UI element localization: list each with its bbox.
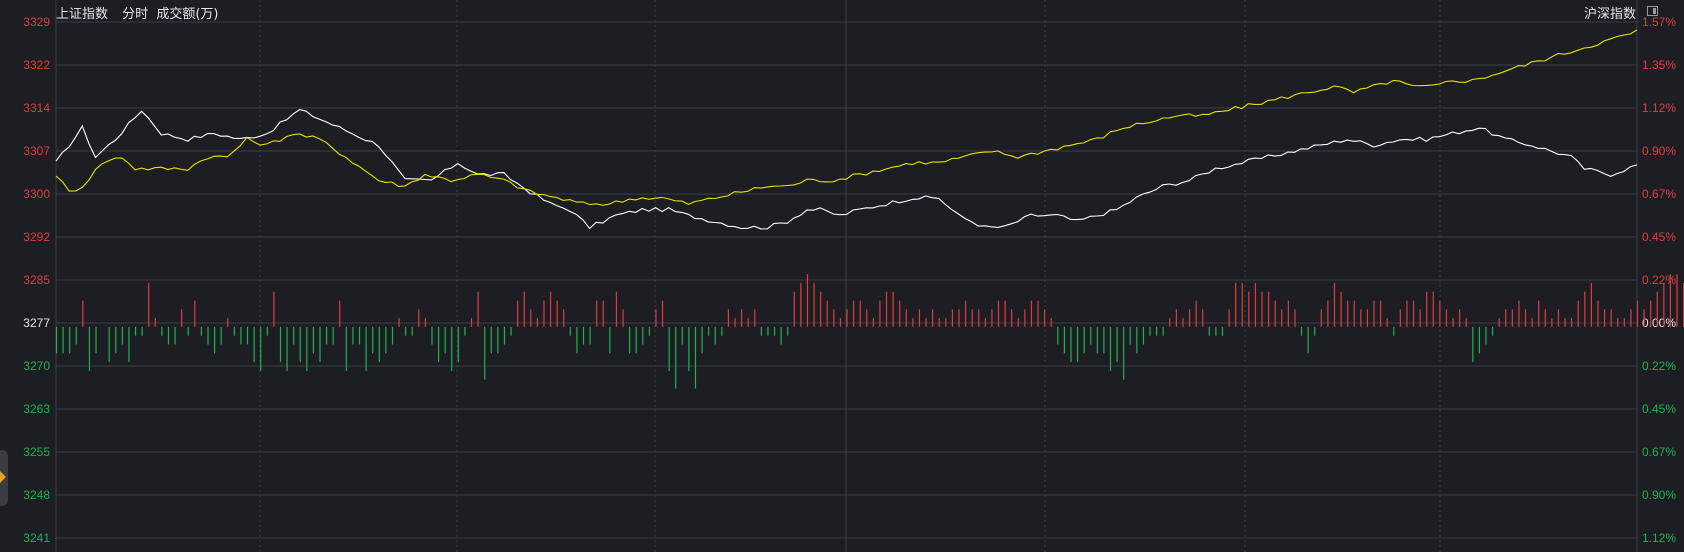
y-tick-right: 1.35% [1642, 58, 1676, 72]
y-tick-right: 1.12% [1642, 101, 1676, 115]
y-tick-right: 1.12% [1642, 531, 1676, 545]
y-tick-left: 3307 [23, 144, 50, 158]
y-tick-right: 1.57% [1642, 15, 1676, 29]
panel-toggle-icon[interactable] [1647, 6, 1658, 16]
y-tick-left: 3300 [23, 187, 50, 201]
index-name[interactable]: 上证指数 [56, 7, 108, 22]
y-tick-right: 0.90% [1642, 488, 1676, 502]
y-tick-right: 0.90% [1642, 144, 1676, 158]
chart-header: 上证指数 分时 成交额(万) [56, 3, 228, 22]
expand-panel-handle[interactable] [0, 450, 8, 506]
y-tick-left: 3263 [23, 402, 50, 416]
y-tick-right: 0.00% [1642, 316, 1676, 330]
y-tick-left: 3285 [23, 273, 50, 287]
y-tick-left: 3329 [23, 15, 50, 29]
y-tick-left: 3322 [23, 58, 50, 72]
y-tick-right: 0.67% [1642, 187, 1676, 201]
y-tick-left: 3255 [23, 445, 50, 459]
y-tick-right: 0.45% [1642, 402, 1676, 416]
y-tick-right: 0.22% [1642, 359, 1676, 373]
y-tick-left: 3314 [23, 101, 50, 115]
y-tick-right: 0.67% [1642, 445, 1676, 459]
y-tick-left: 3241 [23, 531, 50, 545]
y-tick-left: 3277 [23, 316, 50, 330]
volume-label: 成交额(万) [156, 7, 219, 22]
y-tick-right: 0.45% [1642, 230, 1676, 244]
y-tick-right: 0.22% [1642, 273, 1676, 287]
arrow-right-icon [0, 471, 6, 483]
compare-index-label[interactable]: 沪深指数 [1584, 3, 1636, 22]
y-tick-left: 3270 [23, 359, 50, 373]
intraday-chart: 3329 1.57% 3322 1.35% 3314 1.12% 3307 0.90% 3300… [23, 0, 1684, 552]
mode-label[interactable]: 分时 [122, 7, 148, 22]
y-tick-left: 3292 [23, 230, 50, 244]
y-tick-left: 3248 [23, 488, 50, 502]
